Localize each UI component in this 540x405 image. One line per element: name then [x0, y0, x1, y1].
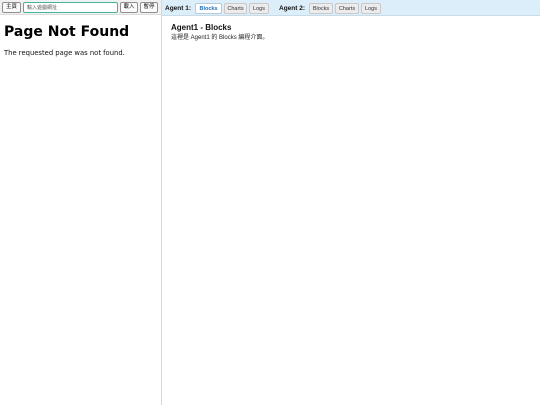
load-button[interactable]: 載入	[120, 2, 138, 13]
agent-2-label: Agent 2:	[279, 5, 305, 12]
page-not-found-title: Page Not Found	[4, 24, 130, 40]
content-description: 這裡是 Agent1 的 Blocks 編程介面。	[171, 35, 269, 41]
agent-2-tab-logs[interactable]: Logs	[361, 3, 381, 14]
browser-toolbar: 主頁 載入 暫停	[0, 0, 161, 15]
content-title: Agent1 - Blocks	[171, 23, 232, 32]
agent-2-tab-charts[interactable]: Charts	[335, 3, 359, 14]
right-pane: Agent 1: Blocks Charts Logs Agent 2: Blo…	[162, 0, 540, 405]
url-input[interactable]	[23, 2, 118, 13]
agent-tab-bar: Agent 1: Blocks Charts Logs Agent 2: Blo…	[162, 0, 540, 16]
page-not-found-message: The requested page was not found.	[4, 49, 125, 57]
agent-1-tab-blocks[interactable]: Blocks	[195, 3, 222, 14]
agent-1-label: Agent 1:	[165, 5, 191, 12]
left-pane: 主頁 載入 暫停 Page Not Found The requested pa…	[0, 0, 162, 405]
pause-button[interactable]: 暫停	[140, 2, 158, 13]
agent-2-tab-blocks[interactable]: Blocks	[309, 3, 333, 14]
home-button[interactable]: 主頁	[2, 2, 21, 13]
agent-1-tab-logs[interactable]: Logs	[249, 3, 269, 14]
agent-1-tab-charts[interactable]: Charts	[224, 3, 247, 14]
